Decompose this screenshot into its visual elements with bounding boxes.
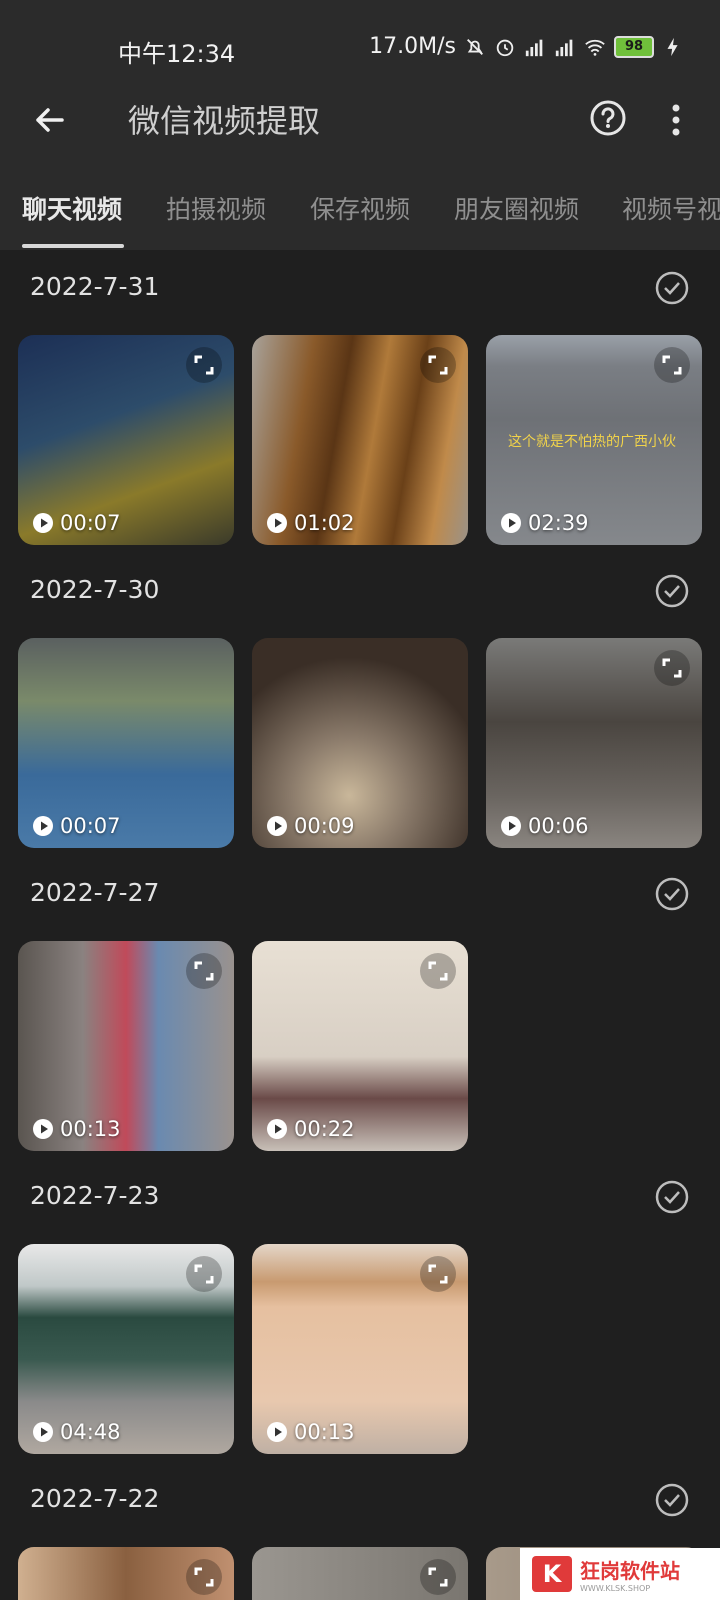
video-thumbnail[interactable]: 01:02	[252, 335, 468, 545]
status-icons: 17.0M/s 98	[369, 34, 684, 59]
alarm-icon	[496, 39, 514, 56]
expand-icon[interactable]	[420, 1559, 456, 1595]
mute-icon	[467, 38, 483, 55]
expand-icon[interactable]	[420, 347, 456, 383]
video-duration: 00:06	[500, 814, 589, 838]
video-duration: 01:02	[266, 511, 355, 535]
expand-icon[interactable]	[186, 347, 222, 383]
watermark-name: 狂岗软件站	[580, 1559, 680, 1583]
video-caption: 这个就是不怕热的广西小伙	[508, 434, 676, 450]
expand-icon[interactable]	[420, 1256, 456, 1292]
help-icon[interactable]	[586, 96, 630, 140]
watermark: K 狂岗软件站 WWW.KLSK.SHOP	[520, 1548, 720, 1600]
app-bar: 微信视频提取	[0, 80, 720, 160]
page-title: 微信视频提取	[128, 102, 321, 140]
video-thumbnail[interactable]: 这个就是不怕热的广西小伙 02:39	[486, 335, 702, 545]
expand-icon[interactable]	[186, 1256, 222, 1292]
select-all-check-icon[interactable]	[654, 573, 690, 609]
video-thumbnail[interactable]: 04:48	[18, 1244, 234, 1454]
expand-icon[interactable]	[654, 347, 690, 383]
play-icon	[267, 1119, 287, 1139]
video-thumbnail[interactable]: 00:13	[18, 941, 234, 1151]
video-thumbnail[interactable]: 00:22	[252, 941, 468, 1151]
expand-icon[interactable]	[186, 1559, 222, 1595]
expand-icon[interactable]	[654, 650, 690, 686]
watermark-sub: WWW.KLSK.SHOP	[580, 1584, 651, 1593]
video-thumbnail[interactable]: 00:06	[486, 638, 702, 848]
expand-icon[interactable]	[186, 953, 222, 989]
charging-icon	[667, 37, 678, 56]
battery-indicator: 98	[614, 35, 654, 58]
tab-bar: 聊天视频 拍摄视频 保存视频 朋友圈视频 视频号视	[0, 160, 720, 250]
video-thumbnail[interactable]	[252, 1547, 468, 1600]
video-duration: 00:07	[32, 814, 121, 838]
hd-signal-icon	[555, 39, 573, 56]
tab-chat-videos[interactable]: 聊天视频	[22, 190, 122, 226]
video-duration: 00:13	[32, 1117, 121, 1141]
watermark-logo: K	[532, 1556, 572, 1592]
more-vert-icon[interactable]	[664, 98, 688, 142]
group-date: 2022-7-23	[30, 1181, 160, 1210]
group-date: 2022-7-22	[30, 1484, 160, 1513]
video-thumbnail[interactable]: 00:07	[18, 335, 234, 545]
expand-icon[interactable]	[420, 953, 456, 989]
tab-channels-videos[interactable]: 视频号视	[622, 190, 720, 226]
tab-shot-videos[interactable]: 拍摄视频	[166, 190, 266, 226]
play-icon	[33, 1119, 53, 1139]
play-icon	[267, 513, 287, 533]
video-duration: 00:22	[266, 1117, 355, 1141]
select-all-check-icon[interactable]	[654, 1179, 690, 1215]
play-icon	[33, 513, 53, 533]
video-thumbnail[interactable]: 00:13	[252, 1244, 468, 1454]
video-thumbnail[interactable]: 00:09	[252, 638, 468, 848]
status-time: 中午12:34	[118, 40, 236, 68]
play-icon	[33, 1422, 53, 1442]
back-arrow-icon[interactable]	[28, 98, 72, 142]
video-duration: 00:07	[32, 511, 121, 535]
tab-moments-videos[interactable]: 朋友圈视频	[454, 190, 579, 226]
net-speed: 17.0M/s	[369, 34, 456, 59]
select-all-check-icon[interactable]	[654, 270, 690, 306]
group-date: 2022-7-31	[30, 272, 160, 301]
wifi-icon	[585, 39, 605, 56]
group-date: 2022-7-30	[30, 575, 160, 604]
tab-saved-videos[interactable]: 保存视频	[310, 190, 410, 226]
video-duration: 00:13	[266, 1420, 355, 1444]
play-icon	[267, 1422, 287, 1442]
signal-icon	[525, 39, 543, 56]
video-duration: 02:39	[500, 511, 589, 535]
video-thumbnail[interactable]: 00:07	[18, 638, 234, 848]
video-thumbnail[interactable]	[18, 1547, 234, 1600]
play-icon	[267, 816, 287, 836]
play-icon	[501, 816, 521, 836]
play-icon	[501, 513, 521, 533]
video-duration: 00:09	[266, 814, 355, 838]
video-duration: 04:48	[32, 1420, 121, 1444]
play-icon	[33, 816, 53, 836]
select-all-check-icon[interactable]	[654, 876, 690, 912]
select-all-check-icon[interactable]	[654, 1482, 690, 1518]
group-date: 2022-7-27	[30, 878, 160, 907]
tab-indicator	[22, 244, 124, 248]
